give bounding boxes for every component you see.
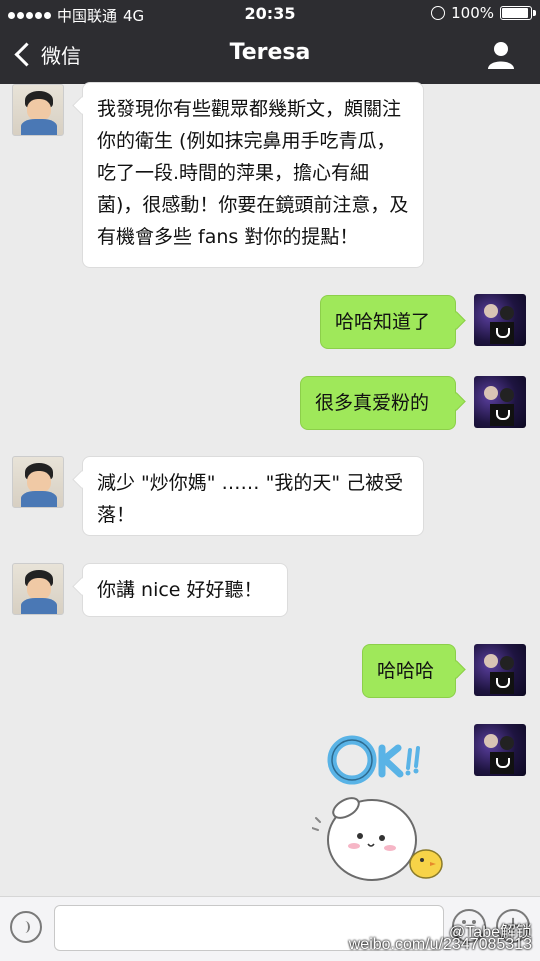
- message-bubble-incoming[interactable]: 減少 "炒你媽" …… "我的天" 己被受落！: [82, 456, 424, 536]
- battery-percent: 100%: [451, 4, 494, 22]
- message-text: 減少 "炒你媽" …… "我的天" 己被受落！: [97, 472, 404, 526]
- ok-sticker[interactable]: [312, 730, 462, 890]
- message-text: 我發現你有些觀眾都幾斯文，頗關注你的衛生 (例如抹完鼻用手吃青瓜，吃了一段.時間…: [97, 98, 409, 248]
- avatar-me[interactable]: [474, 376, 526, 428]
- avatar-me[interactable]: [474, 294, 526, 346]
- status-bar: 中国联通 4G 20:35 100%: [0, 0, 540, 28]
- battery-icon: [500, 6, 536, 20]
- message-text: 哈哈哈: [377, 660, 435, 682]
- watermark-url: weibo.com/u/2347085313: [348, 936, 532, 953]
- message-bubble-incoming[interactable]: 我發現你有些觀眾都幾斯文，頗關注你的衛生 (例如抹完鼻用手吃青瓜，吃了一段.時間…: [82, 82, 424, 268]
- avatar-me[interactable]: [474, 724, 526, 776]
- avatar-me[interactable]: [474, 644, 526, 696]
- person-icon[interactable]: [486, 40, 516, 70]
- battery-fill: [502, 8, 528, 18]
- message-text: 你講 nice 好好聽！: [97, 579, 263, 601]
- avatar-teresa[interactable]: [12, 84, 64, 136]
- message-bubble-outgoing[interactable]: 哈哈知道了: [320, 295, 456, 349]
- rotation-lock-icon: [431, 6, 446, 20]
- nav-bar: 微信 Teresa: [0, 28, 540, 84]
- message-bubble-outgoing[interactable]: 哈哈哈: [362, 644, 456, 698]
- message-text: 哈哈知道了: [335, 311, 431, 333]
- message-text: 很多真爱粉的: [315, 392, 430, 414]
- message-bubble-incoming[interactable]: 你講 nice 好好聽！: [82, 563, 288, 617]
- message-bubble-outgoing[interactable]: 很多真爱粉的: [300, 376, 456, 430]
- top-bar: 中国联通 4G 20:35 100% 微信 Teresa: [0, 0, 540, 84]
- chat-title: Teresa: [229, 40, 311, 65]
- avatar-teresa[interactable]: [12, 563, 64, 615]
- voice-icon[interactable]: [10, 911, 42, 943]
- avatar-teresa[interactable]: [12, 456, 64, 508]
